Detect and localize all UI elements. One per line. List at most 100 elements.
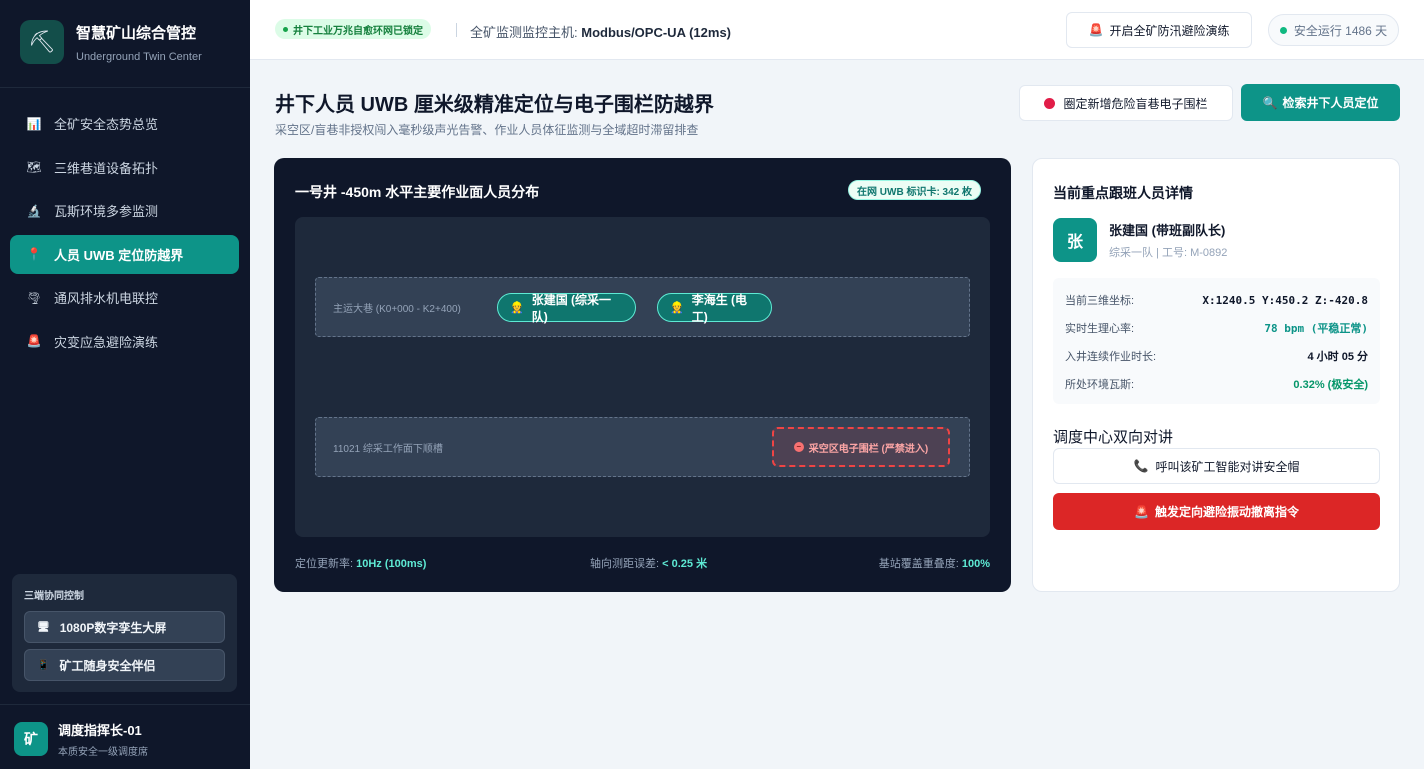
metric-value: 78 bpm (平稳正常) xyxy=(1264,322,1368,335)
zone-label: 采空区电子围栏 (严禁进入) xyxy=(808,443,929,455)
sidebar-nav: 📊 全矿安全态势总览 🗺 三维巷道设备拓扑 🔬 瓦斯环境多参监测 📍 人员 UW… xyxy=(10,104,239,365)
phone-icon: 📱 xyxy=(37,659,50,671)
metric-heart-rate: 实时生理心率: 78 bpm (平稳正常) xyxy=(1065,314,1368,342)
user-name: 调度指挥长-01 xyxy=(58,723,142,738)
button-label: 1080P数字孪生大屏 xyxy=(59,620,167,635)
monitor-icon: 🖥 xyxy=(37,621,50,633)
big-screen-button[interactable]: 🖥 1080P数字孪生大屏 xyxy=(24,611,225,643)
personnel-map-card: 一号井 -450m 水平主要作业面人员分布 在网 UWB 标识卡: 342 枚 … xyxy=(274,158,1011,592)
sidebar-item-label: 全矿安全态势总览 xyxy=(54,117,159,132)
user-role: 本质安全一级调度席 xyxy=(58,747,148,758)
host-status: 全矿监测监控主机: Modbus/OPC-UA (12ms) xyxy=(470,22,731,41)
restricted-zone[interactable]: − 采空区电子围栏 (严禁进入) xyxy=(772,427,950,467)
collab-panel: 三端协同控制 🖥 1080P数字孪生大屏 📱 矿工随身安全伴侣 xyxy=(12,574,237,692)
no-entry-icon: − xyxy=(793,442,804,452)
metric-coordinates: 当前三维坐标: X:1240.5 Y:450.2 Z:-420.8 xyxy=(1065,286,1368,314)
divider xyxy=(456,23,457,37)
sidebar-item-label: 三维巷道设备拓扑 xyxy=(54,160,159,176)
sidebar-item-label: 通风排水机电联控 xyxy=(54,291,159,306)
person-marker[interactable]: 👷 张建国 (综采一队) xyxy=(497,292,636,324)
button-label: 圈定新增危险盲巷电子围栏 xyxy=(1063,96,1208,111)
intercom-title: 调度中心双向对讲 xyxy=(1053,429,1174,446)
metric-value: 4 小时 05 分 xyxy=(1307,351,1368,363)
sidebar-item-topology[interactable]: 🗺 三维巷道设备拓扑 xyxy=(10,148,239,187)
safe-days-badge: 安全运行 1486 天 xyxy=(1268,14,1399,46)
button-label: 检索井下人员定位 xyxy=(1282,96,1379,110)
search-personnel-button[interactable]: 🔍 检索井下人员定位 xyxy=(1241,84,1400,121)
sidebar-item-emergency-drill[interactable]: 🚨 灾变应急避险演练 xyxy=(10,322,239,361)
sidebar-item-ventilation[interactable]: 🌪 通风排水机电联控 xyxy=(10,278,239,317)
worker-name: 张建国 (带班副队长) xyxy=(1109,223,1226,238)
stat-value: 10Hz (100ms) xyxy=(356,558,427,570)
metric-value: 0.32% (极安全) xyxy=(1293,379,1368,391)
detail-title: 当前重点跟班人员详情 xyxy=(1053,185,1193,201)
stat-value: 100% xyxy=(961,558,990,570)
map-title: 一号井 -450m 水平主要作业面人员分布 xyxy=(295,184,540,200)
user-profile[interactable]: 矿 调度指挥长-01 本质安全一级调度席 xyxy=(14,720,148,758)
metric-gas: 所处环境瓦斯: 0.32% (极安全) xyxy=(1065,370,1368,398)
add-fence-button[interactable]: 圈定新增危险盲巷电子围栏 xyxy=(1019,85,1233,121)
metric-label: 所处环境瓦斯: xyxy=(1065,379,1135,391)
metric-label: 入井连续作业时长: xyxy=(1065,351,1157,363)
phone-icon: 📞 xyxy=(1133,459,1149,473)
stat-ranging-error: 轴向测距误差: < 0.25 米 xyxy=(590,555,707,571)
microscope-icon: 🔬 xyxy=(26,203,42,218)
worker-icon: 👷 xyxy=(510,302,524,314)
sidebar-item-label: 人员 UWB 定位防越界 xyxy=(54,247,184,263)
metric-label: 当前三维坐标: xyxy=(1065,295,1135,307)
brand-subtitle: Underground Twin Center xyxy=(76,50,202,63)
evacuation-command-button[interactable]: 🚨 触发定向避险振动撤离指令 xyxy=(1053,493,1380,530)
safe-days-label: 安全运行 1486 天 xyxy=(1293,23,1388,38)
pickaxe-logo-icon: ⛏ xyxy=(20,20,64,64)
divider xyxy=(0,87,250,88)
divider xyxy=(0,704,250,705)
network-status-label: 井下工业万兆自愈环网已锁定 xyxy=(293,25,423,37)
search-icon: 🔍 xyxy=(1262,95,1278,110)
page-subtitle: 采空区/盲巷非授权闯入毫秒级声光告警、作业人员体征监测与全域超时滞留排查 xyxy=(275,123,699,137)
miner-companion-button[interactable]: 📱 矿工随身安全伴侣 xyxy=(24,649,225,681)
avatar: 张 xyxy=(1053,218,1097,262)
button-label: 触发定向避险振动撤离指令 xyxy=(1154,505,1299,519)
stat-label: 基站覆盖重叠度: xyxy=(878,558,959,570)
worker-detail-card: 当前重点跟班人员详情 张 张建国 (带班副队长) 综采一队 | 工号: M-08… xyxy=(1032,158,1400,592)
chart-icon: 📊 xyxy=(26,116,42,131)
brand: ⛏ 智慧矿山综合管控 Underground Twin Center xyxy=(20,20,202,64)
person-name: 李海生 (电工) xyxy=(691,292,748,324)
pin-icon: 📍 xyxy=(26,247,42,261)
worker-header: 张 张建国 (带班副队长) 综采一队 | 工号: M-0892 xyxy=(1053,218,1227,262)
stat-coverage: 基站覆盖重叠度: 100% xyxy=(879,555,990,571)
siren-icon: 🚨 xyxy=(1134,504,1149,519)
sidebar-item-overview[interactable]: 📊 全矿安全态势总览 xyxy=(10,104,239,143)
button-label: 矿工随身安全伴侣 xyxy=(59,658,156,673)
avatar: 矿 xyxy=(14,722,48,756)
sidebar-item-uwb-positioning[interactable]: 📍 人员 UWB 定位防越界 xyxy=(10,234,239,274)
worker-icon: 👷 xyxy=(670,302,684,314)
person-marker[interactable]: 👷 李海生 (电工) xyxy=(657,292,772,324)
siren-icon: 🚨 xyxy=(1088,23,1104,37)
tornado-icon: 🌪 xyxy=(26,290,42,305)
stat-label: 定位更新率: xyxy=(295,558,354,570)
record-dot-icon xyxy=(1044,97,1056,109)
flood-drill-button[interactable]: 🚨 开启全矿防汛避险演练 xyxy=(1066,12,1252,48)
tunnel-map: 主运大巷 (K0+000 - K2+400) 👷 张建国 (综采一队) 👷 李海… xyxy=(295,217,990,537)
sidebar: ⛏ 智慧矿山综合管控 Underground Twin Center 📊 全矿安… xyxy=(0,0,250,769)
tunnel-working-face: 11021 综采工作面下顺槽 − 采空区电子围栏 (严禁进入) xyxy=(315,417,970,477)
sidebar-item-gas-monitor[interactable]: 🔬 瓦斯环境多参监测 xyxy=(10,191,239,230)
network-status-badge: 井下工业万兆自愈环网已锁定 xyxy=(275,19,431,39)
sidebar-item-label: 灾变应急避险演练 xyxy=(54,334,159,350)
page-title: 井下人员 UWB 厘米级精准定位与电子围栏防越界 xyxy=(275,94,714,116)
sidebar-item-label: 瓦斯环境多参监测 xyxy=(54,204,159,219)
collab-title: 三端协同控制 xyxy=(24,591,84,602)
host-label: 全矿监测监控主机: xyxy=(470,25,578,40)
status-dot-icon xyxy=(283,26,288,32)
tunnel-label: 主运大巷 (K0+000 - K2+400) xyxy=(333,304,461,315)
worker-metrics: 当前三维坐标: X:1240.5 Y:450.2 Z:-420.8 实时生理心率… xyxy=(1053,278,1380,404)
person-name: 张建国 (综采一队) xyxy=(531,292,612,324)
metric-work-duration: 入井连续作业时长: 4 小时 05 分 xyxy=(1065,342,1368,370)
siren-icon: 🚨 xyxy=(26,334,42,348)
worker-team: 综采一队 | 工号: M-0892 xyxy=(1109,247,1228,259)
call-helmet-button[interactable]: 📞 呼叫该矿工智能对讲安全帽 xyxy=(1053,448,1380,484)
stat-label: 轴向测距误差: xyxy=(590,558,660,570)
top-bar: 井下工业万兆自愈环网已锁定 全矿监测监控主机: Modbus/OPC-UA (1… xyxy=(250,0,1424,60)
tunnel-label: 11021 综采工作面下顺槽 xyxy=(333,444,443,455)
